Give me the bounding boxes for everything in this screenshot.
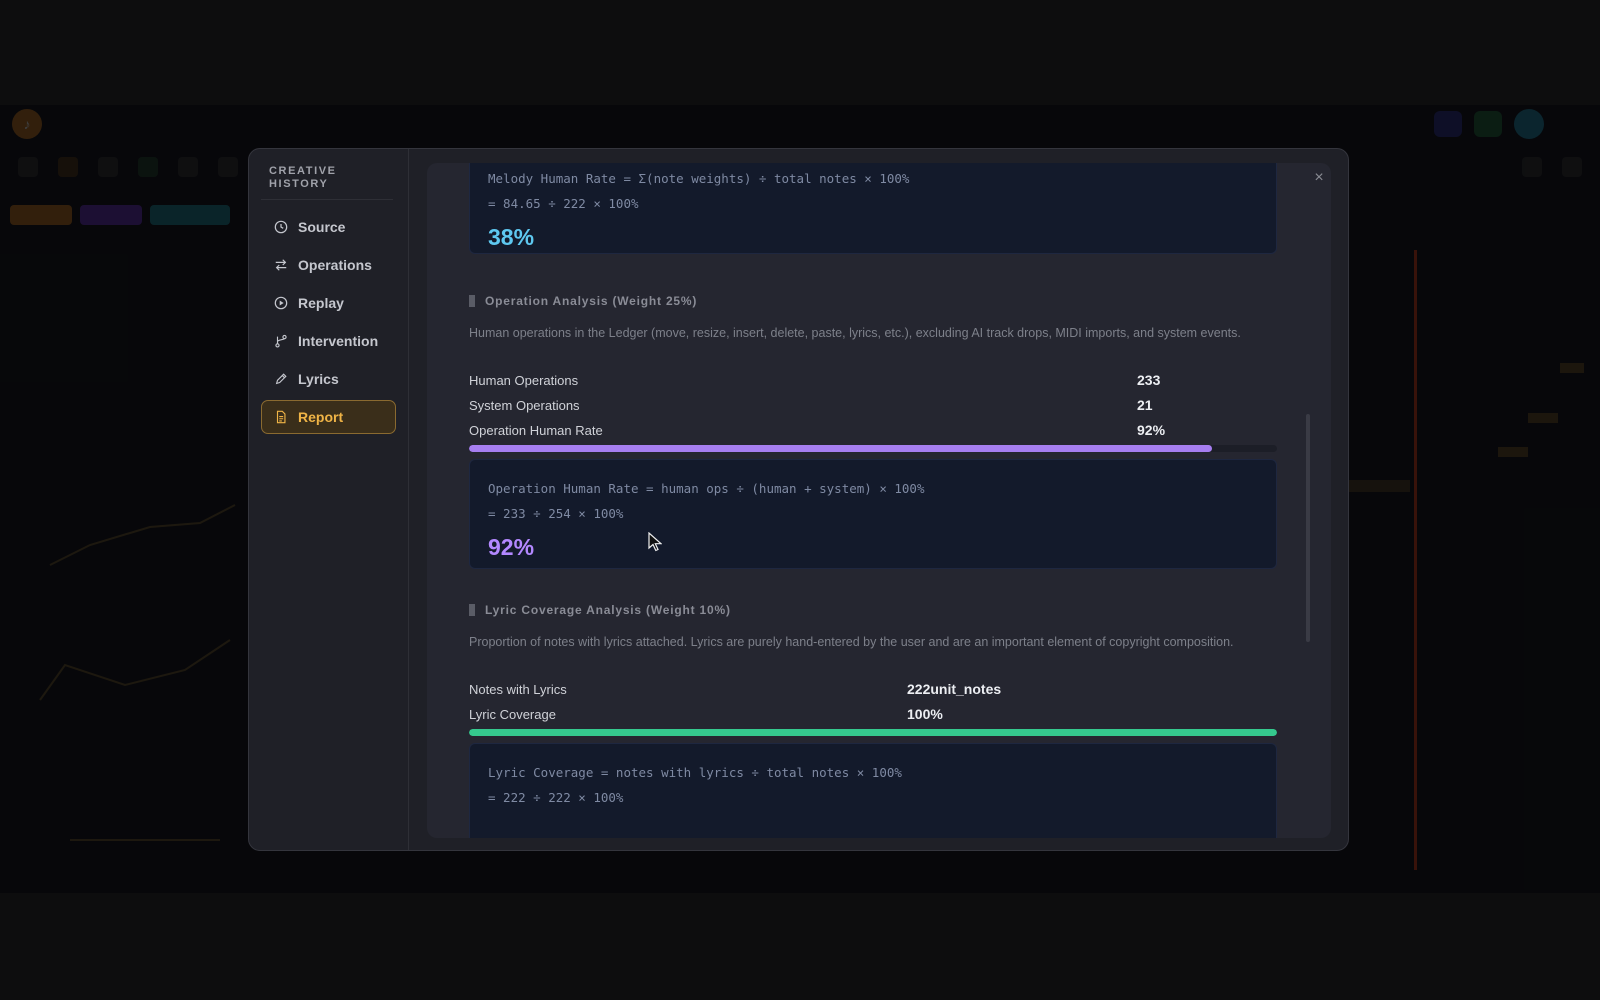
formula-text: = 233 ÷ 254 × 100% (488, 506, 624, 521)
formula-text: = 84.65 ÷ 222 × 100% (488, 196, 639, 211)
sidebar-title: CREATIVE HISTORY (261, 165, 393, 200)
pen-icon (275, 373, 287, 385)
stat-row: System Operations 21 (469, 395, 1277, 415)
lyric-description: Proportion of notes with lyrics attached… (469, 635, 1234, 649)
section-title-text: Lyric Coverage Analysis (Weight 10%) (485, 603, 731, 617)
section-title-text: Operation Analysis (Weight 25%) (485, 294, 698, 308)
section-marker (469, 604, 475, 616)
sidebar-item-report[interactable]: Report (261, 400, 396, 434)
sidebar-item-operations[interactable]: Operations (261, 248, 396, 282)
close-button[interactable]: × (1304, 163, 1334, 193)
lyric-formula-box: Lyric Coverage = notes with lyrics ÷ tot… (469, 743, 1277, 838)
sidebar-item-source[interactable]: Source (261, 210, 396, 244)
stat-label: System Operations (469, 397, 580, 413)
swap-arrows-icon (275, 259, 287, 271)
content-scrollbar[interactable] (1306, 414, 1310, 642)
operation-progress-bar (469, 445, 1277, 452)
stat-label: Human Operations (469, 372, 579, 388)
lyric-section-title: Lyric Coverage Analysis (Weight 10%) (469, 603, 731, 617)
stat-row: Lyric Coverage 100% (469, 704, 1277, 724)
stat-row: Operation Human Rate 92% (469, 420, 1277, 440)
sidebar-item-label: Replay (298, 295, 344, 311)
lyric-progress-bar (469, 729, 1277, 736)
sidebar-item-replay[interactable]: Replay (261, 286, 396, 320)
creative-history-modal: CREATIVE HISTORY Source Operations Repla… (248, 148, 1349, 851)
sidebar-item-label: Intervention (298, 333, 379, 349)
sidebar-item-intervention[interactable]: Intervention (261, 324, 396, 358)
formula-text: Lyric Coverage = notes with lyrics ÷ tot… (488, 765, 902, 780)
clock-icon (274, 220, 288, 234)
sidebar-item-label: Operations (298, 257, 372, 273)
stat-row: Notes with Lyrics 222unit_notes (469, 679, 1277, 699)
play-circle-icon (274, 296, 288, 310)
stat-row: Human Operations 233 (469, 370, 1277, 390)
stat-value: 92% (1137, 422, 1166, 438)
operation-formula-box: Operation Human Rate = human ops ÷ (huma… (469, 459, 1277, 569)
operation-description: Human operations in the Ledger (move, re… (469, 326, 1241, 340)
stat-label: Lyric Coverage (469, 706, 556, 722)
operation-section-title: Operation Analysis (Weight 25%) (469, 294, 697, 308)
formula-text: Operation Human Rate = human ops ÷ (huma… (488, 481, 925, 496)
stat-label: Operation Human Rate (469, 422, 603, 438)
sidebar-item-label: Lyrics (298, 371, 339, 387)
report-content[interactable]: Melody Human Rate = Σ(note weights) ÷ to… (427, 163, 1331, 838)
stat-label: Notes with Lyrics (469, 681, 567, 697)
formula-text: = 222 ÷ 222 × 100% (488, 790, 624, 805)
sidebar-item-label: Source (298, 219, 346, 235)
modal-sidebar: CREATIVE HISTORY Source Operations Repla… (249, 149, 409, 850)
progress-fill (469, 729, 1277, 736)
stat-value: 21 (1137, 397, 1153, 413)
close-icon: × (1314, 169, 1324, 186)
operation-result-value: 92% (488, 534, 535, 560)
melody-formula-box: Melody Human Rate = Σ(note weights) ÷ to… (469, 163, 1277, 254)
sidebar-item-lyrics[interactable]: Lyrics (261, 362, 396, 396)
progress-fill (469, 445, 1213, 452)
branch-icon (275, 334, 287, 348)
stat-value: 222unit_notes (907, 681, 1002, 697)
melody-result-value: 38% (488, 224, 535, 250)
stat-value: 100% (907, 706, 943, 722)
stat-value: 233 (1137, 372, 1161, 388)
section-marker (469, 295, 475, 307)
sidebar-item-label: Report (298, 409, 344, 425)
sidebar-nav: Source Operations Replay Intervention Ly… (261, 210, 396, 434)
mouse-cursor-icon (648, 532, 662, 552)
document-icon (276, 410, 286, 424)
formula-text: Melody Human Rate = Σ(note weights) ÷ to… (488, 171, 910, 186)
